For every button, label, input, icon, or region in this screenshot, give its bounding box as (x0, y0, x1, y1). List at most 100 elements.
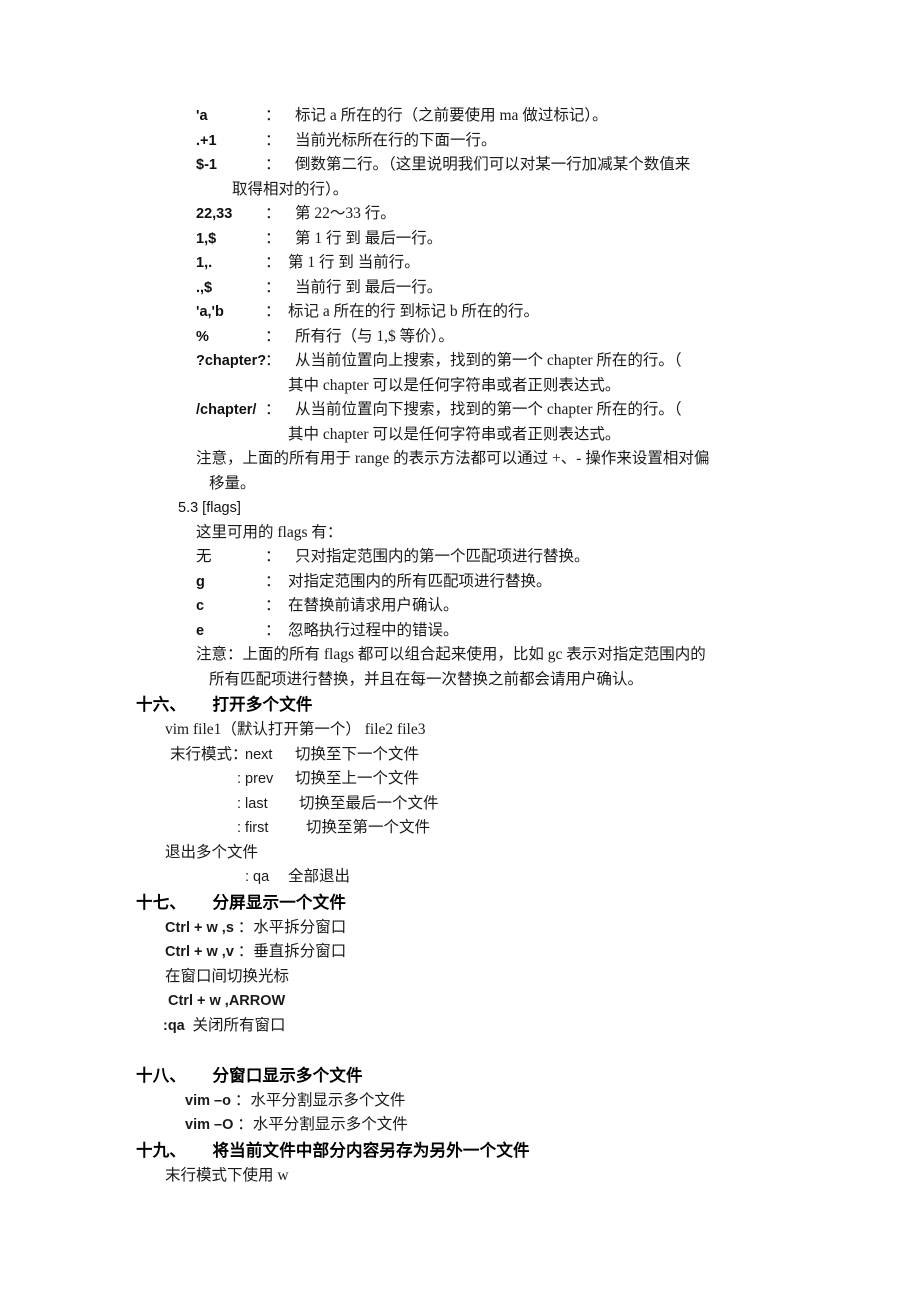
file-switch-row: 末行模式： next 切换至下一个文件 (0, 743, 920, 768)
range-desc-continued: 取得相对的行）。 (232, 180, 349, 198)
flag-desc: 对指定范围内的所有匹配项进行替换。 (288, 572, 552, 590)
vim-split-row: vim –O ：水平分割显示多个文件 (0, 1113, 920, 1138)
range-row: 'a ： 标记 a 所在的行（之前要使用 ma 做过标记）。 (0, 104, 920, 129)
flag-row: g ： 对指定范围内的所有匹配项进行替换。 (0, 570, 920, 595)
range-desc: 第 1 行 到 当前行。 (288, 254, 420, 271)
range-key: 22,33 (196, 206, 233, 222)
file-switch-desc: 切换至下一个文件 (295, 745, 420, 763)
range-row: ?chapter? ： 从当前位置向上搜索，找到的第一个 chapter 所在的… (0, 349, 920, 374)
flag-colon: ： (265, 597, 281, 614)
split-shortcut-key: Ctrl + w ,s (165, 919, 234, 936)
file-switch-desc: 切换至第一个文件 (306, 819, 431, 836)
file-switch-row: : first 切换至第一个文件 (0, 816, 920, 841)
range-row: 1,$ ： 第 1 行 到 最后一行。 (0, 227, 920, 252)
section-17: 十七、 分屏显示一个文件 Ctrl + w ,s ：水平拆分窗口 Ctrl + … (0, 890, 920, 1063)
flags-heading: 5.3 [flags] (178, 500, 241, 516)
file-switch-desc: 切换至最后一个文件 (299, 794, 439, 812)
range-desc: 标记 a 所在的行（之前要使用 ma 做过标记）。 (295, 107, 608, 124)
range-desc: 第 22～33 行。 (295, 205, 396, 222)
document-body: 'a ： 标记 a 所在的行（之前要使用 ma 做过标记）。 .+1 ： 当前光… (0, 104, 920, 1188)
range-colon: ： (265, 401, 281, 418)
range-row: .+1 ： 当前光标所在行的下面一行。 (0, 129, 920, 154)
flag-key: g (196, 573, 205, 590)
flag-key: 无 (196, 548, 212, 565)
close-all-windows-command: :qa (163, 1017, 185, 1034)
range-key: 'a,'b (196, 304, 224, 320)
range-colon: ： (265, 303, 281, 320)
flag-key: c (196, 598, 205, 614)
last-line-mode-label: 末行模式： (170, 745, 248, 763)
range-desc: 倒数第二行。（这里说明我们可以对某一行加减某个数值来 (295, 156, 691, 173)
section-17-number: 十七、 (136, 892, 187, 912)
close-all-windows-desc (185, 1017, 193, 1034)
range-colon: ： (265, 156, 281, 173)
file-switch-row: : last 切换至最后一个文件 (0, 792, 920, 817)
flag-row: e ： 忽略执行过程中的错误。 (0, 619, 920, 644)
section-18-heading: 十八、 分窗口显示多个文件 (0, 1063, 920, 1089)
section-19: 十九、 将当前文件中部分内容另存为另外一个文件 末行模式下使用 w (0, 1138, 920, 1189)
section-16-heading: 十六、 打开多个文件 (0, 692, 920, 718)
range-key: 1,. (196, 255, 213, 271)
range-colon: ： (265, 131, 281, 149)
range-colon: ： (265, 229, 281, 247)
range-key: .+1 (196, 132, 217, 149)
vim-split-key: vim –O (185, 1117, 234, 1133)
flag-desc: 在替换前请求用户确认。 (288, 597, 459, 614)
range-desc: 所有行（与 1,$ 等价）。 (295, 327, 454, 345)
range-row: 22,33 ： 第 22～33 行。 (0, 202, 920, 227)
flag-row: 无 ： 只对指定范围内的第一个匹配项进行替换。 (0, 545, 920, 570)
range-colon: ： (265, 205, 281, 222)
range-key: $-1 (196, 157, 217, 173)
flags-section: 5.3 [flags] 这里可用的 flags 有： 无 ： 只对指定范围内的第… (0, 496, 920, 692)
switch-cursor-label: 在窗口间切换光标 (165, 967, 290, 985)
vim-split-desc: 水平分割显示多个文件 (252, 1116, 408, 1133)
file-switch-command: : first (237, 820, 269, 836)
range-desc: 第 1 行 到 最后一行。 (295, 229, 443, 247)
section-18-number: 十八、 (136, 1065, 187, 1085)
quit-all-row: : qa 全部退出 (0, 865, 920, 890)
split-shortcut-sep: ： (233, 943, 254, 960)
vim-split-sep: ： (233, 1116, 253, 1133)
range-key: 1,$ (196, 230, 217, 247)
quit-all-command: : qa (245, 869, 270, 885)
range-row: .,$ ： 当前行 到 最后一行。 (0, 276, 920, 301)
section-19-title: 将当前文件中部分内容另存为另外一个文件 (212, 1140, 530, 1160)
range-colon: ： (265, 352, 281, 369)
range-desc: 标记 a 所在的行 到标记 b 所在的行。 (288, 303, 540, 320)
section-19-body: 末行模式下使用 w (165, 1166, 289, 1184)
vim-split-desc: 水平分割显示多个文件 (250, 1091, 406, 1109)
range-row: /chapter/ ： 从当前位置向下搜索，找到的第一个 chapter 所在的… (0, 398, 920, 423)
range-table: 'a ： 标记 a 所在的行（之前要使用 ma 做过标记）。 .+1 ： 当前光… (0, 104, 920, 496)
section-16-title: 打开多个文件 (212, 695, 313, 714)
flags-note-line-2: 所有匹配项进行替换，并且在每一次替换之前都会请用户确认。 (209, 670, 644, 688)
document-page: 'a ： 标记 a 所在的行（之前要使用 ma 做过标记）。 .+1 ： 当前光… (0, 0, 920, 1302)
range-row: % ： 所有行（与 1,$ 等价）。 (0, 325, 920, 350)
close-all-windows-row: :qa 关闭所有窗口 (0, 1014, 920, 1039)
range-key: ?chapter? (196, 353, 267, 369)
flag-colon: ： (265, 548, 281, 565)
file-switch-row: : prev 切换至上一个文件 (0, 767, 920, 792)
split-shortcut-row: Ctrl + w ,s ：水平拆分窗口 (0, 916, 920, 941)
file-switch-command: : prev (237, 771, 274, 787)
split-shortcut-desc: 水平拆分窗口 (253, 918, 347, 936)
flag-desc: 忽略执行过程中的错误。 (288, 621, 459, 639)
range-desc: 当前光标所在行的下面一行。 (295, 131, 497, 149)
section-19-heading: 十九、 将当前文件中部分内容另存为另外一个文件 (0, 1138, 920, 1164)
range-desc-continued: 其中 chapter 可以是任何字符串或者正则表达式。 (288, 425, 621, 443)
range-key: /chapter/ (196, 402, 257, 418)
vim-split-sep: ： (230, 1091, 251, 1109)
flag-desc: 只对指定范围内的第一个匹配项进行替换。 (295, 548, 590, 565)
split-shortcut-desc: 垂直拆分窗口 (253, 943, 347, 960)
close-all-windows-text: 关闭所有窗口 (192, 1016, 286, 1034)
split-shortcut-sep: ： (233, 918, 254, 936)
range-colon: ： (265, 327, 281, 345)
section-17-heading: 十七、 分屏显示一个文件 (0, 890, 920, 916)
range-row: 'a,'b ： 标记 a 所在的行 到标记 b 所在的行。 (0, 300, 920, 325)
file-switch-command: next (245, 746, 273, 763)
range-desc: 从当前位置向下搜索，找到的第一个 chapter 所在的行。（ (295, 401, 682, 418)
section-18-title: 分窗口显示多个文件 (212, 1065, 363, 1085)
split-shortcut-row: Ctrl + w ,v ：垂直拆分窗口 (0, 940, 920, 965)
section-18: 十八、 分窗口显示多个文件 vim –o ：水平分割显示多个文件 vim –O … (0, 1063, 920, 1138)
range-desc: 当前行 到 最后一行。 (295, 278, 443, 296)
